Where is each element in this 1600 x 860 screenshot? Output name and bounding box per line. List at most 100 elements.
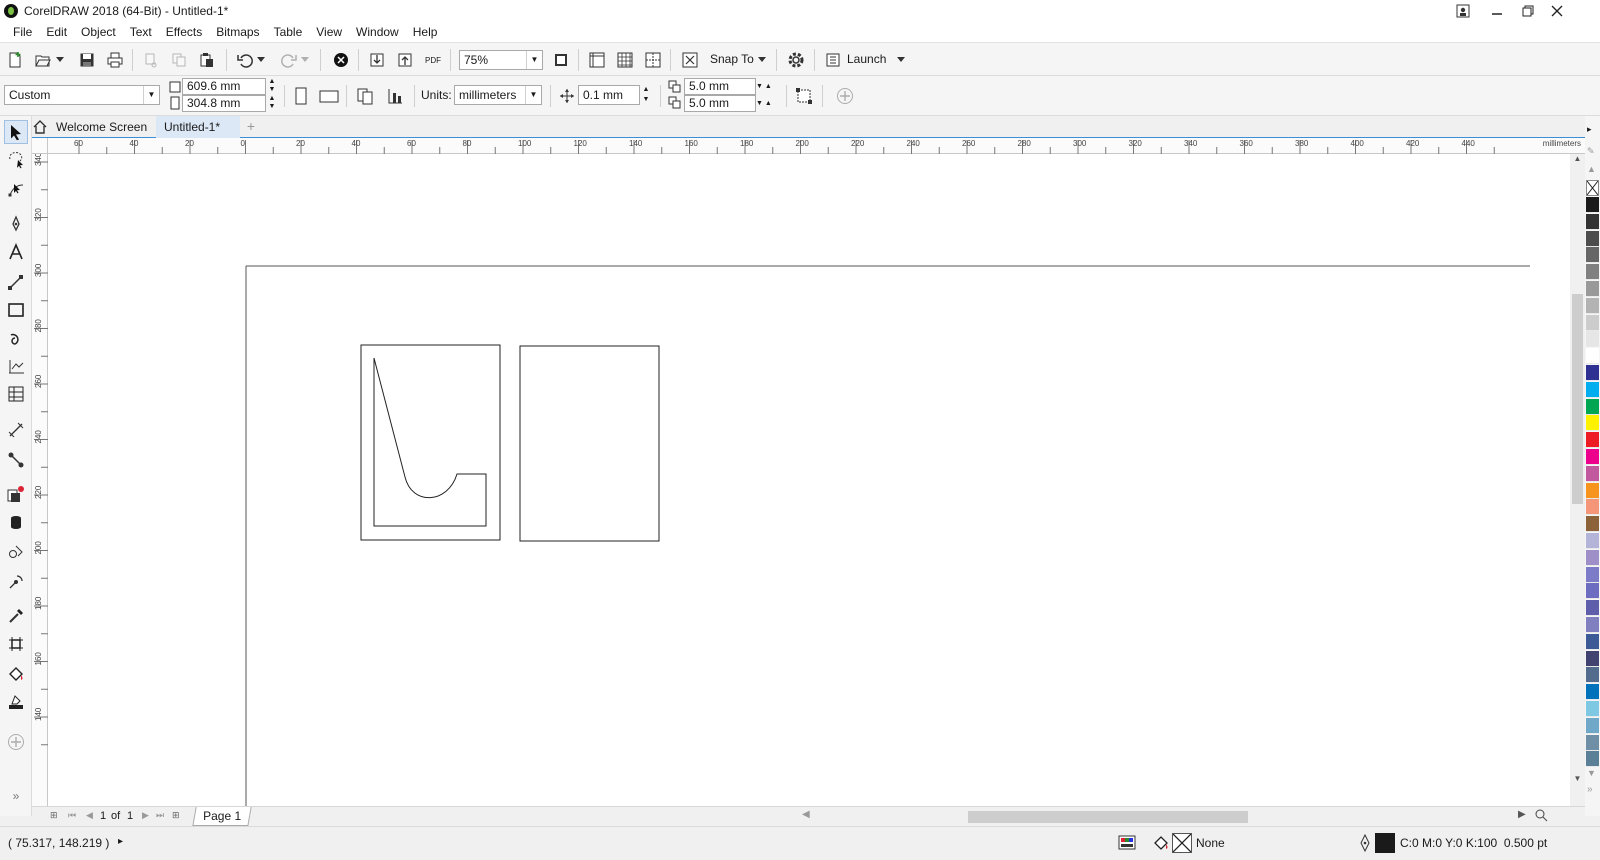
color-swatch[interactable]	[1586, 449, 1599, 465]
add-icon[interactable]	[834, 85, 856, 107]
table-tool-icon[interactable]	[4, 382, 28, 406]
save-icon[interactable]	[76, 49, 98, 71]
color-swatch[interactable]	[1586, 415, 1599, 432]
color-swatch[interactable]	[1586, 566, 1599, 583]
color-swatch[interactable]	[1586, 751, 1599, 768]
launch-icon[interactable]	[822, 49, 844, 71]
no-color-swatch[interactable]	[1586, 180, 1599, 196]
redo-icon[interactable]	[278, 49, 300, 71]
add-tool-icon[interactable]	[4, 730, 28, 754]
color-swatch[interactable]	[1586, 230, 1599, 247]
expand-toolbox-icon[interactable]: »	[4, 784, 28, 808]
color-swatch[interactable]	[1586, 297, 1599, 314]
drop-shadow-tool-icon[interactable]	[4, 482, 28, 506]
show-rulers-icon[interactable]	[586, 49, 608, 71]
menu-text[interactable]: Text	[123, 22, 159, 42]
rectangle-tool-icon[interactable]	[4, 298, 28, 322]
open-dropdown-icon[interactable]	[54, 49, 66, 71]
new-document-icon[interactable]	[4, 49, 26, 71]
outline-pen-icon[interactable]	[1358, 833, 1372, 853]
color-swatch[interactable]	[1586, 264, 1599, 281]
all-pages-icon[interactable]	[354, 85, 376, 107]
show-grid-icon[interactable]	[614, 49, 636, 71]
drawing-canvas[interactable]	[48, 154, 1570, 806]
chevron-down-icon[interactable]: ▼	[526, 51, 542, 69]
options-gear-icon[interactable]	[785, 49, 807, 71]
landscape-icon[interactable]	[318, 85, 340, 107]
zoom-level-dropdown[interactable]: 75% ▼	[459, 50, 543, 70]
page-width-field[interactable]: 609.6 mm	[182, 78, 266, 95]
color-swatch[interactable]	[1586, 617, 1599, 633]
color-swatch[interactable]	[1586, 717, 1599, 734]
color-swatch[interactable]	[1586, 650, 1599, 667]
menu-view[interactable]: View	[309, 22, 349, 42]
palette-expand-icon[interactable]: ▸	[1587, 124, 1592, 135]
fill-bucket-icon[interactable]	[1152, 834, 1170, 852]
connector-tool-icon[interactable]	[4, 448, 28, 472]
color-swatch[interactable]	[1586, 734, 1599, 751]
last-page-icon[interactable]: ⏭	[156, 810, 164, 821]
copy-icon[interactable]	[168, 49, 190, 71]
zoom-to-page-icon[interactable]	[550, 49, 572, 71]
menu-window[interactable]: Window	[349, 22, 406, 42]
transform-tool-icon[interactable]	[4, 632, 28, 656]
units-dropdown[interactable]: millimeters ▼	[454, 85, 542, 105]
color-swatch[interactable]	[1586, 549, 1599, 566]
color-swatch[interactable]	[1586, 331, 1599, 348]
palette-eyedropper-icon[interactable]: ✎	[1587, 146, 1595, 157]
first-page-icon[interactable]: ⏮	[68, 810, 76, 821]
fill-none-swatch[interactable]	[1172, 833, 1192, 853]
menu-object[interactable]: Object	[74, 22, 123, 42]
export-icon[interactable]	[394, 49, 416, 71]
undo-icon[interactable]	[234, 49, 256, 71]
palette-scroll-down-icon[interactable]: ▼	[1587, 768, 1596, 778]
color-swatch[interactable]	[1586, 432, 1599, 449]
menu-bitmaps[interactable]: Bitmaps	[209, 22, 266, 42]
cursor-position-arrow-icon[interactable]: ▸	[118, 836, 123, 847]
crop-tool-icon[interactable]	[4, 212, 28, 236]
color-swatch[interactable]	[1586, 398, 1599, 415]
duplicate-y-field[interactable]: 5.0 mm	[684, 95, 756, 112]
page-preset-dropdown[interactable]: Custom ▼	[4, 85, 160, 105]
hscroll-right-arrow-icon[interactable]: ▶	[1518, 809, 1526, 820]
spiral-tool-icon[interactable]	[4, 326, 28, 350]
menu-effects[interactable]: Effects	[159, 22, 209, 42]
minimize-button[interactable]	[1482, 0, 1512, 22]
add-page-before-icon[interactable]: ⊞	[50, 810, 58, 821]
horizontal-ruler[interactable]: 60 40 20 0 20 40 60 80 100 120 140 160 180 200 220 240 2…	[48, 138, 1585, 154]
add-page-after-icon[interactable]: ⊞	[172, 810, 180, 821]
ruler-origin[interactable]	[32, 138, 48, 154]
publish-pdf-icon[interactable]: PDF	[422, 49, 444, 71]
menu-table[interactable]: Table	[267, 22, 310, 42]
close-button[interactable]	[1542, 0, 1572, 22]
show-guidelines-icon[interactable]	[642, 49, 664, 71]
palette-more-icon[interactable]: »	[1587, 784, 1593, 795]
redo-dropdown-icon[interactable]	[299, 49, 311, 71]
previous-page-icon[interactable]: ◀	[86, 810, 93, 821]
user-account-icon[interactable]	[1448, 0, 1478, 22]
duplicate-y-spinner[interactable]: ▼ ▲	[756, 95, 780, 112]
nudge-distance-field[interactable]: 0.1 mm	[578, 85, 640, 105]
import-icon[interactable]	[366, 49, 388, 71]
search-content-icon[interactable]	[330, 49, 352, 71]
scroll-up-icon[interactable]: ▲	[1572, 154, 1583, 168]
color-swatch[interactable]	[1586, 381, 1599, 398]
open-icon[interactable]	[32, 49, 54, 71]
undo-dropdown-icon[interactable]	[255, 49, 267, 71]
color-swatch[interactable]	[1586, 633, 1599, 650]
freehand-tool-icon[interactable]	[4, 270, 28, 294]
document-color-settings-icon[interactable]	[1118, 834, 1136, 852]
smart-fill-tool-icon[interactable]	[4, 570, 28, 594]
restore-button[interactable]	[1513, 0, 1543, 22]
new-tab-icon[interactable]: +	[242, 116, 260, 138]
menu-file[interactable]: File	[6, 22, 39, 42]
print-icon[interactable]	[104, 49, 126, 71]
outline-color-swatch[interactable]	[1375, 833, 1395, 853]
launch-dropdown-icon[interactable]	[895, 49, 907, 71]
color-swatch[interactable]	[1586, 600, 1599, 617]
menu-help[interactable]: Help	[406, 22, 445, 42]
vertical-ruler[interactable]: 340 320 300 280 260 240 220 200 180 160 140	[32, 154, 48, 808]
launch-label[interactable]: Launch	[847, 52, 886, 66]
pick-tool-icon[interactable]	[4, 120, 28, 144]
treat-as-filled-icon[interactable]	[793, 85, 815, 107]
